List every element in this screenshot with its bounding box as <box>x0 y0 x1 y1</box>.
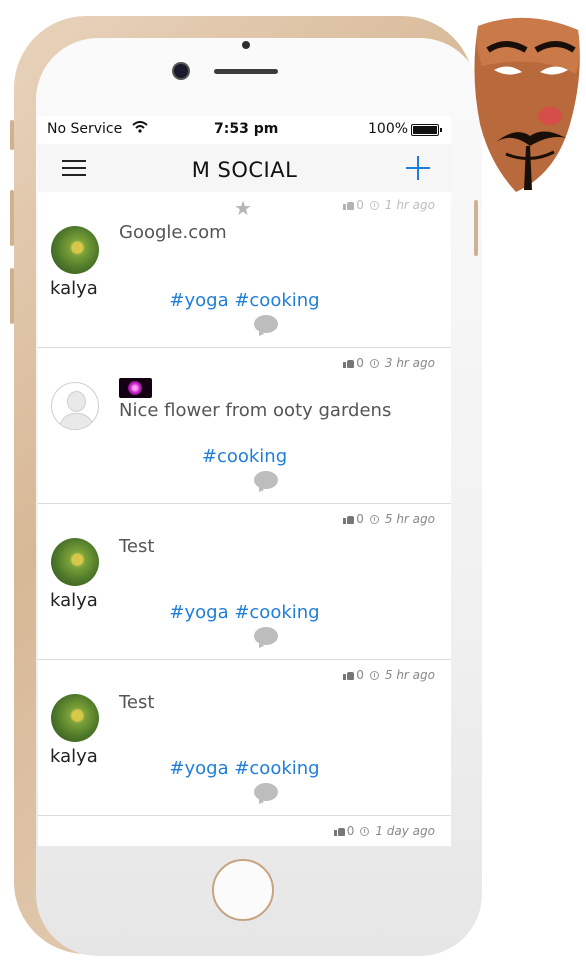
proximity-sensor <box>242 41 250 49</box>
post-text: Google.com <box>119 222 227 243</box>
post-card[interactable]: 0 1 day ago <box>38 816 451 846</box>
post-meta: 0 3 hr ago <box>343 356 435 370</box>
post-text: Test <box>119 692 155 713</box>
comment-icon[interactable] <box>254 471 278 492</box>
thumbs-up-icon <box>343 359 355 368</box>
volume-up-button <box>10 190 14 246</box>
post-tags[interactable]: #yoga #cooking <box>38 758 451 779</box>
comment-icon[interactable] <box>254 783 278 804</box>
post-time: 1 day ago <box>375 824 435 838</box>
clock-icon <box>369 200 379 210</box>
post-card[interactable]: 0 5 hr ago kalya Test #yoga #cooking <box>38 504 451 660</box>
power-button <box>474 200 478 256</box>
like-count[interactable]: 0 <box>343 668 364 682</box>
thumbs-up-icon <box>343 671 355 680</box>
like-count-value: 0 <box>346 824 355 838</box>
avatar[interactable] <box>51 538 99 586</box>
app-screen: No Service 7:53 pm 100% M SOCIAL ★ 0 1 h… <box>38 116 451 846</box>
star-icon[interactable]: ★ <box>234 198 252 218</box>
front-camera <box>174 64 188 78</box>
like-count-value: 0 <box>356 198 364 212</box>
post-image-thumbnail[interactable] <box>119 378 152 398</box>
like-count[interactable]: 0 <box>343 198 364 212</box>
post-tags[interactable]: #cooking <box>38 446 451 467</box>
post-meta: 0 5 hr ago <box>343 512 435 526</box>
post-time: 3 hr ago <box>384 356 435 370</box>
clock-icon <box>360 826 370 836</box>
status-bar: No Service 7:53 pm 100% <box>38 116 451 144</box>
like-count-value: 0 <box>356 356 364 370</box>
nav-bar: M SOCIAL <box>38 144 451 199</box>
post-meta: 0 1 day ago <box>333 824 435 838</box>
post-time: 5 hr ago <box>384 512 435 526</box>
avatar[interactable] <box>51 694 99 742</box>
post-card[interactable]: ★ 0 1 hr ago kalya Google.com #yoga #coo… <box>38 192 451 348</box>
post-card[interactable]: 0 3 hr ago Nice flower from ooty gardens… <box>38 348 451 504</box>
like-count[interactable]: 0 <box>333 824 355 838</box>
app-title: M SOCIAL <box>191 158 298 182</box>
avatar[interactable] <box>51 226 99 274</box>
default-avatar-icon[interactable] <box>51 382 99 430</box>
post-text: Test <box>119 536 155 557</box>
earpiece-speaker <box>214 69 278 74</box>
clock-icon <box>369 514 379 524</box>
post-feed: ★ 0 1 hr ago kalya Google.com #yoga #coo… <box>38 192 451 846</box>
like-count-value: 0 <box>356 668 364 682</box>
clock-icon <box>369 670 379 680</box>
post-text: Nice flower from ooty gardens <box>119 400 392 421</box>
thumbs-up-icon <box>333 827 345 836</box>
post-time: 5 hr ago <box>384 668 435 682</box>
thumbs-up-icon <box>343 201 355 210</box>
status-time: 7:53 pm <box>214 121 279 137</box>
post-meta: 0 5 hr ago <box>343 668 435 682</box>
like-count[interactable]: 0 <box>343 356 364 370</box>
post-card[interactable]: 0 5 hr ago kalya Test #yoga #cooking <box>38 660 451 816</box>
home-button[interactable] <box>212 859 274 921</box>
like-count[interactable]: 0 <box>343 512 364 526</box>
volume-down-button <box>10 268 14 324</box>
post-tags[interactable]: #yoga #cooking <box>38 290 451 311</box>
post-tags[interactable]: #yoga #cooking <box>38 602 451 623</box>
thumbs-up-icon <box>343 515 355 524</box>
clock-icon <box>369 358 379 368</box>
add-post-icon[interactable] <box>406 156 430 180</box>
comment-icon[interactable] <box>254 627 278 648</box>
carrier-label: No Service <box>47 121 123 137</box>
battery-percent: 100% <box>368 121 409 137</box>
mute-switch <box>10 120 14 150</box>
post-meta: 0 1 hr ago <box>343 198 435 212</box>
like-count-value: 0 <box>356 512 364 526</box>
guy-fawkes-mask-icon <box>474 17 580 193</box>
post-time: 1 hr ago <box>384 198 435 212</box>
battery-icon <box>411 124 442 136</box>
comment-icon[interactable] <box>254 315 278 336</box>
wifi-icon <box>132 121 148 137</box>
